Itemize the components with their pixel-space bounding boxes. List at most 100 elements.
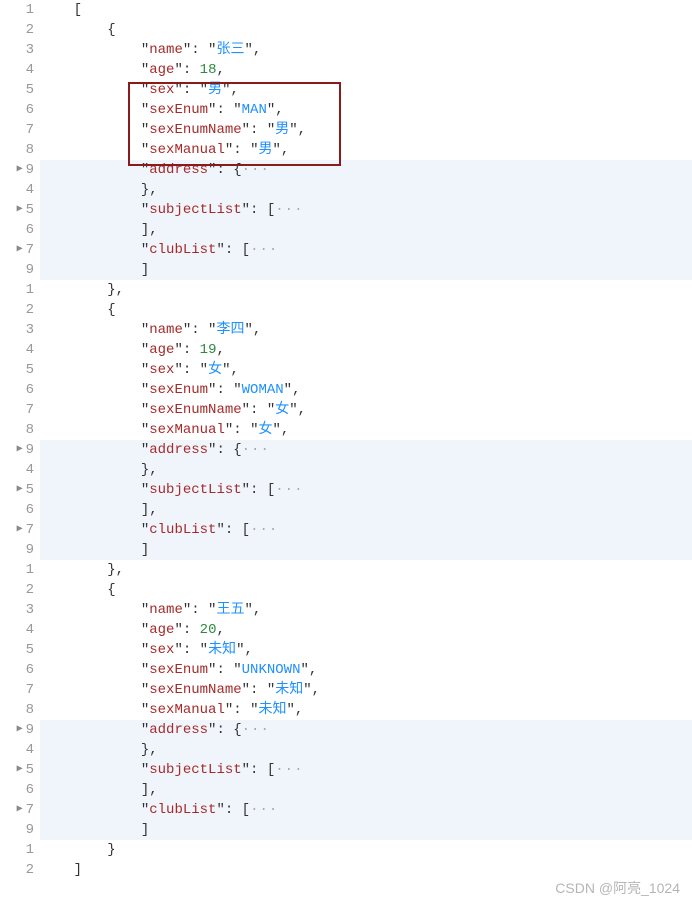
line-number: 4: [0, 460, 34, 480]
json-punct: ": ": [242, 682, 276, 698]
json-punct: ": [141, 102, 149, 118]
code-line: ],: [40, 500, 692, 520]
fold-arrow-icon[interactable]: ▶: [17, 160, 23, 180]
json-punct: },: [141, 742, 158, 758]
json-punct: ": ": [225, 142, 259, 158]
line-number: 7: [0, 680, 34, 700]
line-number: 6: [0, 660, 34, 680]
json-punct: ": ": [208, 662, 242, 678]
json-punct: ": [: [216, 522, 250, 538]
code-line: },: [40, 560, 692, 580]
json-key: sexManual: [149, 422, 225, 438]
line-number: ▶5: [0, 200, 34, 220]
json-punct: ":: [174, 622, 199, 638]
json-string: 张三: [216, 42, 244, 58]
fold-arrow-icon[interactable]: ▶: [17, 760, 23, 780]
fold-ellipsis-icon: ···: [250, 242, 278, 258]
json-key: subjectList: [149, 482, 241, 498]
json-key: clubList: [149, 802, 216, 818]
fold-arrow-icon[interactable]: ▶: [17, 520, 23, 540]
code-line: "name": "李四",: [40, 320, 692, 340]
code-line: "subjectList": [···: [40, 200, 692, 220]
line-number: 3: [0, 600, 34, 620]
code-area: [ { "name": "张三", "age": 18, "sex": "男",…: [40, 0, 692, 908]
json-string: MAN: [242, 102, 267, 118]
json-string: UNKNOWN: [242, 662, 301, 678]
json-key: sex: [149, 642, 174, 658]
line-number: 6: [0, 220, 34, 240]
json-punct: ",: [284, 382, 301, 398]
json-punct: ": [141, 142, 149, 158]
json-number: 20: [200, 622, 217, 638]
code-line: "sex": "未知",: [40, 640, 692, 660]
json-punct: [: [74, 2, 82, 18]
fold-arrow-icon[interactable]: ▶: [17, 800, 23, 820]
fold-arrow-icon[interactable]: ▶: [17, 240, 23, 260]
json-punct: ": ": [225, 702, 259, 718]
line-number: 6: [0, 780, 34, 800]
line-number: 7: [0, 400, 34, 420]
fold-ellipsis-icon: ···: [242, 162, 270, 178]
json-punct: ,: [216, 342, 224, 358]
json-punct: ": [141, 722, 149, 738]
json-punct: ": ": [183, 322, 217, 338]
code-line: ]: [40, 860, 692, 880]
json-string: 未知: [275, 682, 303, 698]
json-key: age: [149, 342, 174, 358]
json-string: WOMAN: [242, 382, 284, 398]
code-line: "address": {···: [40, 440, 692, 460]
fold-arrow-icon[interactable]: ▶: [17, 440, 23, 460]
json-key: sex: [149, 362, 174, 378]
code-line: "clubList": [···: [40, 800, 692, 820]
json-punct: ",: [222, 362, 239, 378]
line-number: 6: [0, 500, 34, 520]
json-punct: ",: [272, 142, 289, 158]
json-punct: ": [141, 702, 149, 718]
code-line: "clubList": [···: [40, 520, 692, 540]
line-number: 5: [0, 640, 34, 660]
code-line: "address": {···: [40, 720, 692, 740]
json-string: 男: [208, 82, 222, 98]
json-punct: ],: [141, 502, 158, 518]
json-punct: ": ": [183, 602, 217, 618]
line-number: 9: [0, 820, 34, 840]
fold-arrow-icon[interactable]: ▶: [17, 480, 23, 500]
code-line: },: [40, 280, 692, 300]
json-punct: ]: [141, 822, 149, 838]
json-punct: ": [: [242, 202, 276, 218]
json-punct: ",: [289, 122, 306, 138]
json-key: sexManual: [149, 142, 225, 158]
json-punct: ": [141, 802, 149, 818]
fold-arrow-icon[interactable]: ▶: [17, 200, 23, 220]
code-line: ]: [40, 260, 692, 280]
fold-arrow-icon[interactable]: ▶: [17, 720, 23, 740]
code-line: "sexEnum": "UNKNOWN",: [40, 660, 692, 680]
json-key: sexEnumName: [149, 682, 241, 698]
code-line: "sex": "男",: [40, 80, 692, 100]
fold-ellipsis-icon: ···: [242, 722, 270, 738]
json-punct: ": [141, 522, 149, 538]
json-punct: ",: [303, 682, 320, 698]
json-key: sexEnumName: [149, 402, 241, 418]
json-punct: ": [141, 122, 149, 138]
code-line: }: [40, 840, 692, 860]
line-number: 6: [0, 380, 34, 400]
json-key: name: [149, 602, 183, 618]
json-punct: ",: [300, 662, 317, 678]
code-line: },: [40, 740, 692, 760]
json-punct: ": [141, 82, 149, 98]
code-line: "sexEnum": "MAN",: [40, 100, 692, 120]
json-punct: ": ": [174, 642, 208, 658]
json-punct: ": ": [242, 122, 276, 138]
line-number: 4: [0, 340, 34, 360]
line-number: 9: [0, 540, 34, 560]
json-string: 李四: [216, 322, 244, 338]
line-number: ▶7: [0, 520, 34, 540]
code-line: "age": 18,: [40, 60, 692, 80]
json-punct: ]: [141, 542, 149, 558]
json-punct: ,: [216, 622, 224, 638]
json-punct: ":: [174, 342, 199, 358]
json-punct: ": [141, 402, 149, 418]
line-number: ▶9: [0, 720, 34, 740]
json-key: age: [149, 622, 174, 638]
